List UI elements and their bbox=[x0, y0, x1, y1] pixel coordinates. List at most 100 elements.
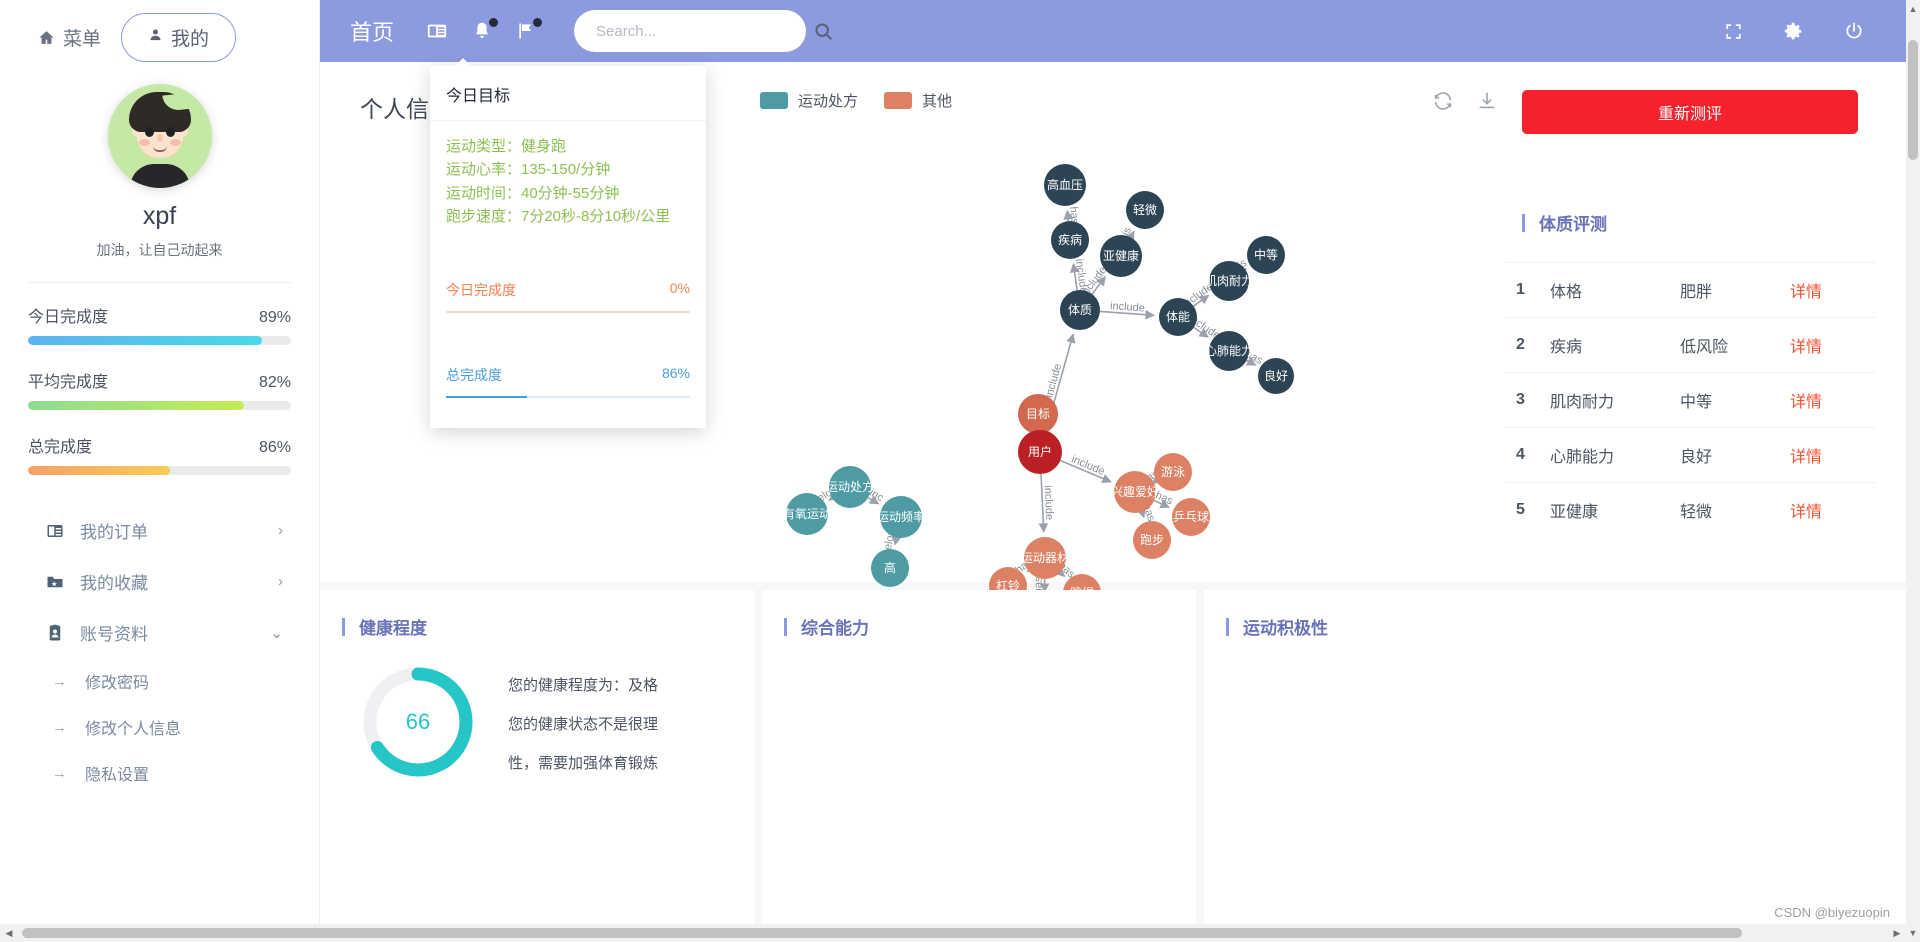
health-description: 您的健康程度为：及格 您的健康状态不是很理 性，需要加强体育锻炼 bbox=[508, 666, 718, 783]
app-root: 菜单 我的 xpf 加油，让自己动起来 bbox=[0, 0, 1920, 942]
horizontal-scrollbar[interactable]: ◀ ▶ bbox=[0, 924, 1906, 942]
row-value: 肥胖 bbox=[1680, 263, 1790, 318]
popup-today-progress: 今日完成度 0% bbox=[446, 280, 690, 313]
arrow-right-icon: → bbox=[52, 673, 67, 690]
vertical-scroll-thumb[interactable] bbox=[1908, 40, 1918, 160]
sidebar-nav: 我的订单 › 我的收藏 › 账号资料 ⌄ → 修改密码 bbox=[24, 505, 295, 796]
health-donut: 66 bbox=[358, 662, 478, 787]
scroll-right-arrow-icon[interactable]: ▶ bbox=[1888, 924, 1906, 942]
graph-node-label: 体质 bbox=[1068, 303, 1092, 317]
fullscreen-icon[interactable] bbox=[1724, 22, 1743, 41]
sidebar-item-favorites[interactable]: 我的收藏 › bbox=[28, 556, 291, 607]
row-name: 亚健康 bbox=[1550, 483, 1680, 538]
retest-button[interactable]: 重新测评 bbox=[1522, 90, 1858, 134]
sidebar-subitem-label: 隐私设置 bbox=[85, 761, 149, 785]
assessment-title: 体质评测 bbox=[1539, 210, 1607, 235]
detail-link[interactable]: 详情 bbox=[1790, 449, 1822, 466]
menu-button[interactable]: 菜单 bbox=[38, 24, 101, 51]
gear-icon[interactable] bbox=[1783, 21, 1804, 42]
graph-edge-label: include bbox=[1043, 362, 1064, 399]
graph-node[interactable]: 高 bbox=[871, 549, 909, 587]
progress-item-average: 平均完成度 82% bbox=[28, 368, 291, 410]
graph-node-label: 运动器材 bbox=[1021, 551, 1069, 565]
sidebar-subitem-privacy[interactable]: → 隐私设置 bbox=[28, 750, 291, 796]
detail-link[interactable]: 详情 bbox=[1790, 284, 1822, 301]
topbar: 首页 bbox=[320, 0, 1906, 62]
progress-bar bbox=[28, 336, 291, 345]
scroll-down-arrow-icon[interactable]: ▼ bbox=[1906, 924, 1920, 942]
graph-node[interactable]: 中等 bbox=[1247, 236, 1285, 274]
horizontal-scroll-thumb[interactable] bbox=[22, 928, 1742, 938]
tab-home[interactable]: 首页 bbox=[350, 15, 394, 47]
graph-node[interactable]: 乒乓球 bbox=[1172, 498, 1210, 536]
table-row: 1体格肥胖详情 bbox=[1506, 263, 1876, 318]
sidebar-item-orders[interactable]: 我的订单 › bbox=[28, 505, 291, 556]
row-index: 4 bbox=[1506, 428, 1550, 483]
graph-node[interactable]: 游泳 bbox=[1154, 453, 1192, 491]
download-icon[interactable] bbox=[1476, 90, 1498, 112]
graph-node[interactable]: 用户 bbox=[1018, 430, 1062, 474]
legend-swatch bbox=[760, 92, 788, 109]
title-accent-bar bbox=[784, 618, 787, 636]
sidebar-item-account[interactable]: 账号资料 ⌄ bbox=[28, 607, 291, 658]
mine-button[interactable]: 我的 bbox=[121, 13, 236, 62]
graph-toolbar bbox=[1432, 90, 1498, 112]
vertical-scrollbar[interactable]: ▲ ▼ bbox=[1906, 0, 1920, 942]
graph-node[interactable]: 目标 bbox=[1018, 394, 1058, 434]
goal-line-time: 运动时间：40分钟-55分钟 bbox=[446, 182, 690, 205]
graph-node[interactable]: 良好 bbox=[1258, 358, 1294, 394]
account-icon bbox=[46, 624, 64, 642]
row-name: 肌肉耐力 bbox=[1550, 373, 1680, 428]
sidebar-item-label: 我的收藏 bbox=[80, 569, 262, 594]
graph-node[interactable]: 体质 bbox=[1060, 290, 1100, 330]
popup-total-progress: 总完成度 86% bbox=[446, 365, 690, 398]
graph-node-label: 亚健康 bbox=[1103, 248, 1139, 263]
sidebar-subitem-label: 修改密码 bbox=[85, 669, 149, 693]
sidebar-subitem-change-password[interactable]: → 修改密码 bbox=[28, 658, 291, 704]
health-line-1: 您的健康程度为：及格 bbox=[508, 666, 718, 705]
scroll-up-arrow-icon[interactable]: ▲ bbox=[1906, 0, 1920, 18]
graph-node[interactable]: 高血压 bbox=[1044, 164, 1086, 206]
detail-link[interactable]: 详情 bbox=[1790, 339, 1822, 356]
legend-swatch bbox=[884, 92, 912, 109]
search-button[interactable] bbox=[807, 14, 840, 48]
today-goal-popup: 今日目标 运动类型：健身跑 运动心率：135-150/分钟 运动时间：40分钟-… bbox=[430, 66, 706, 428]
search-input[interactable] bbox=[594, 22, 797, 41]
graph-node-label: 心肺能力 bbox=[1205, 344, 1253, 358]
detail-link[interactable]: 详情 bbox=[1790, 394, 1822, 411]
graph-node[interactable]: 运动频率 bbox=[877, 496, 925, 538]
graph-node[interactable]: 轻微 bbox=[1126, 191, 1164, 229]
progress-bar bbox=[28, 401, 291, 410]
assessment-table: 1体格肥胖详情2疾病低风险详情3肌肉耐力中等详情4心肺能力良好详情5亚健康轻微详… bbox=[1506, 262, 1876, 537]
bell-icon[interactable] bbox=[472, 21, 492, 41]
graph-node[interactable]: 体能 bbox=[1159, 298, 1197, 336]
graph-node[interactable]: 运动处方 bbox=[826, 466, 874, 508]
user-name: xpf bbox=[24, 202, 295, 231]
avatar[interactable] bbox=[108, 84, 212, 188]
search-box[interactable] bbox=[574, 10, 806, 52]
sidebar-divider bbox=[28, 282, 291, 283]
popup-body: 运动类型：健身跑 运动心率：135-150/分钟 运动时间：40分钟-55分钟 … bbox=[430, 121, 706, 398]
flag-icon[interactable] bbox=[516, 21, 536, 41]
graph-node[interactable]: 疾病 bbox=[1051, 221, 1089, 259]
graph-node[interactable]: 亚健康 bbox=[1100, 235, 1142, 277]
refresh-icon[interactable] bbox=[1432, 90, 1454, 112]
card-title: 运动积极性 bbox=[1243, 614, 1328, 639]
sidebar-subitem-edit-profile[interactable]: → 修改个人信息 bbox=[28, 704, 291, 750]
power-icon[interactable] bbox=[1844, 21, 1864, 41]
knowledge-graph[interactable]: hasincludeisincludeisincludeincludehasin… bbox=[720, 112, 1320, 632]
book-icon[interactable] bbox=[426, 20, 448, 42]
goal-line-heart: 运动心率：135-150/分钟 bbox=[446, 158, 690, 181]
graph-node-label: 中等 bbox=[1254, 247, 1278, 262]
scroll-left-arrow-icon[interactable]: ◀ bbox=[0, 924, 18, 942]
mine-label: 我的 bbox=[171, 24, 209, 51]
card-title: 综合能力 bbox=[801, 614, 869, 639]
chevron-down-icon: ⌄ bbox=[270, 624, 283, 642]
bell-badge bbox=[489, 18, 498, 27]
title-accent-bar bbox=[342, 618, 345, 636]
graph-node[interactable]: 跑步 bbox=[1133, 521, 1171, 559]
detail-link[interactable]: 详情 bbox=[1790, 504, 1822, 521]
row-name: 体格 bbox=[1550, 263, 1680, 318]
card-health-level: 健康程度 66 您的健康程度为：及格 您的健康状态不是很理 性，需要加强体育锻炼 bbox=[320, 590, 754, 924]
progress-item-total: 总完成度 86% bbox=[28, 433, 291, 475]
